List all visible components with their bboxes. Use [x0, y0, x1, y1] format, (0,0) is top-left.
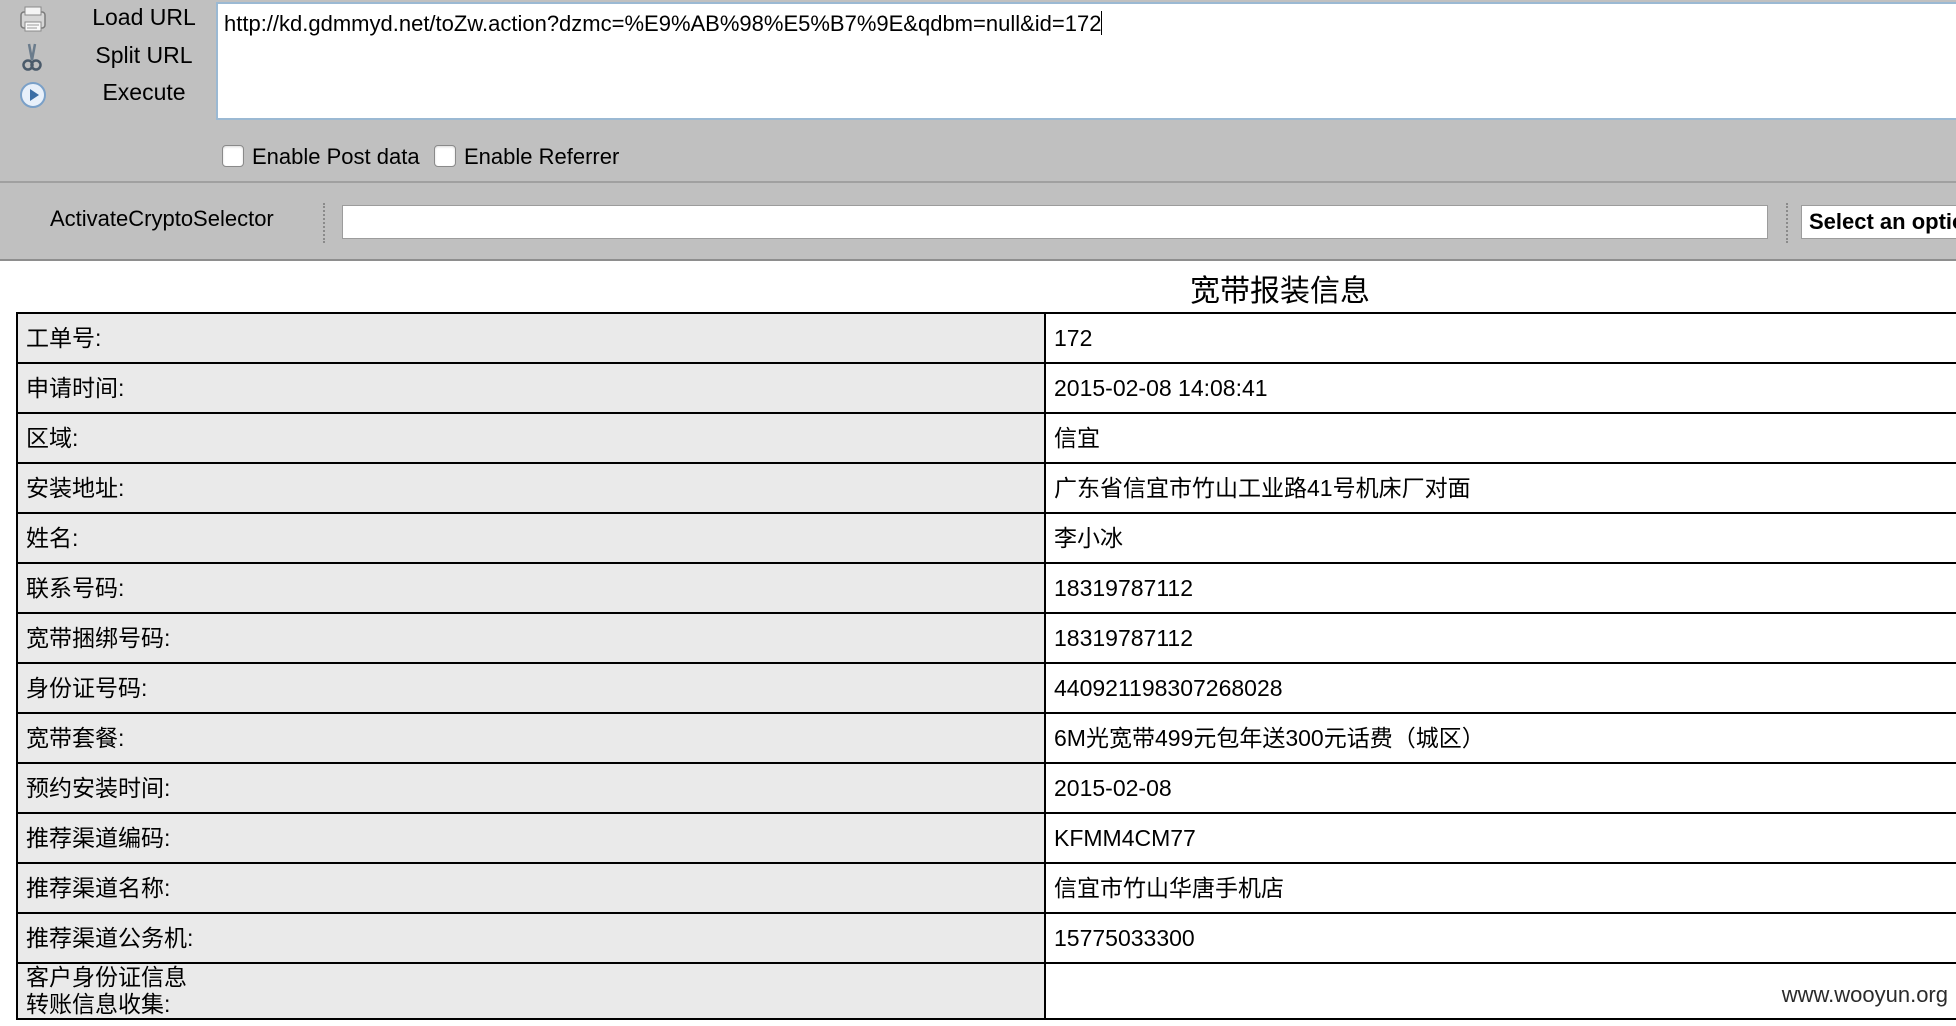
load-url-icon: [18, 4, 48, 34]
row-key: 姓名:: [16, 512, 1046, 564]
row-value: 15775033300: [1044, 912, 1956, 964]
watermark: www.wooyun.org: [1781, 982, 1948, 1007]
table-row: 客户身份证信息 转账信息收集:: [16, 962, 1956, 1020]
table-row: 姓名: 李小冰: [16, 512, 1956, 564]
row-value: 172: [1044, 312, 1956, 364]
row-value: 18319787112: [1044, 612, 1956, 664]
toolbar-separator: [323, 203, 325, 243]
table-row: 预约安装时间: 2015-02-08: [16, 762, 1956, 814]
row-key: 区域:: [16, 412, 1046, 464]
activate-crypto-selector-button[interactable]: ActivateCryptoSelector: [50, 205, 274, 233]
table-row: 推荐渠道编码: KFMM4CM77: [16, 812, 1956, 864]
row-value: KFMM4CM77: [1044, 812, 1956, 864]
row-key-line: 客户身份证信息: [26, 964, 187, 990]
execute-button[interactable]: Execute: [14, 75, 214, 115]
table-row: 申请时间: 2015-02-08 14:08:41: [16, 362, 1956, 414]
split-url-label: Split URL: [95, 42, 193, 68]
row-key: 申请时间:: [16, 362, 1046, 414]
hackbar-panel: Load URL Split URL Execute http://kd.gdm…: [0, 0, 1956, 181]
row-key: 推荐渠道名称:: [16, 862, 1046, 914]
table-row: 宽带套餐: 6M光宽带499元包年送300元话费（城区）: [16, 712, 1956, 764]
checkbox-box[interactable]: [222, 145, 244, 167]
broadband-info-table: 工单号: 172 申请时间: 2015-02-08 14:08:41 区域: 信宜 安装地址…: [16, 312, 1956, 1020]
table-row: 身份证号码: 440921198307268028: [16, 662, 1956, 714]
crypto-toolbar: ActivateCryptoSelector Select an option: [0, 181, 1956, 261]
row-key: 联系号码:: [16, 562, 1046, 614]
row-value: 广东省信宜市竹山工业路41号机床厂对面: [1044, 462, 1956, 514]
row-value: 18319787112: [1044, 562, 1956, 614]
enable-referrer-label: Enable Referrer: [464, 144, 620, 169]
row-value: 信宜市竹山华唐手机店: [1044, 862, 1956, 914]
row-key: 预约安装时间:: [16, 762, 1046, 814]
crypto-input[interactable]: [342, 205, 1768, 239]
row-key: 客户身份证信息 转账信息收集:: [16, 962, 1046, 1020]
table-row: 宽带捆绑号码: 18319787112: [16, 612, 1956, 664]
row-value: 2015-02-08 14:08:41: [1044, 362, 1956, 414]
row-key: 推荐渠道公务机:: [16, 912, 1046, 964]
play-icon: [18, 79, 48, 109]
row-value: 李小冰: [1044, 512, 1956, 564]
table-row: 推荐渠道公务机: 15775033300: [16, 912, 1956, 964]
scissors-icon: [18, 42, 48, 72]
row-key: 宽带捆绑号码:: [16, 612, 1046, 664]
execute-label: Execute: [102, 79, 186, 105]
table-row: 区域: 信宜: [16, 412, 1956, 464]
row-value: 6M光宽带499元包年送300元话费（城区）: [1044, 712, 1956, 764]
row-key: 工单号:: [16, 312, 1046, 364]
row-key: 身份证号码:: [16, 662, 1046, 714]
table-row: 工单号: 172: [16, 312, 1956, 364]
crypto-option-select[interactable]: Select an option: [1801, 205, 1956, 239]
load-url-label: Load URL: [92, 4, 196, 30]
enable-post-data-label: Enable Post data: [252, 144, 420, 169]
row-key-line: 转账信息收集:: [26, 991, 171, 1017]
row-key: 推荐渠道编码:: [16, 812, 1046, 864]
url-text: http://kd.gdmmyd.net/toZw.action?dzmc=%E…: [224, 11, 1102, 36]
checkbox-box[interactable]: [434, 145, 456, 167]
row-value: 信宜: [1044, 412, 1956, 464]
table-row: 安装地址: 广东省信宜市竹山工业路41号机床厂对面: [16, 462, 1956, 514]
url-textarea[interactable]: http://kd.gdmmyd.net/toZw.action?dzmc=%E…: [216, 2, 1956, 120]
row-key: 宽带套餐:: [16, 712, 1046, 764]
page-title: 宽带报装信息: [1190, 275, 1370, 308]
row-value: 2015-02-08: [1044, 762, 1956, 814]
split-url-button[interactable]: Split URL: [14, 38, 214, 78]
table-row: 推荐渠道名称: 信宜市竹山华唐手机店: [16, 862, 1956, 914]
toolbar-separator: [1786, 203, 1788, 243]
text-caret: [1101, 11, 1103, 35]
load-url-button[interactable]: Load URL: [14, 0, 214, 40]
row-key: 安装地址:: [16, 462, 1046, 514]
row-value: 440921198307268028: [1044, 662, 1956, 714]
table-row: 联系号码: 18319787112: [16, 562, 1956, 614]
